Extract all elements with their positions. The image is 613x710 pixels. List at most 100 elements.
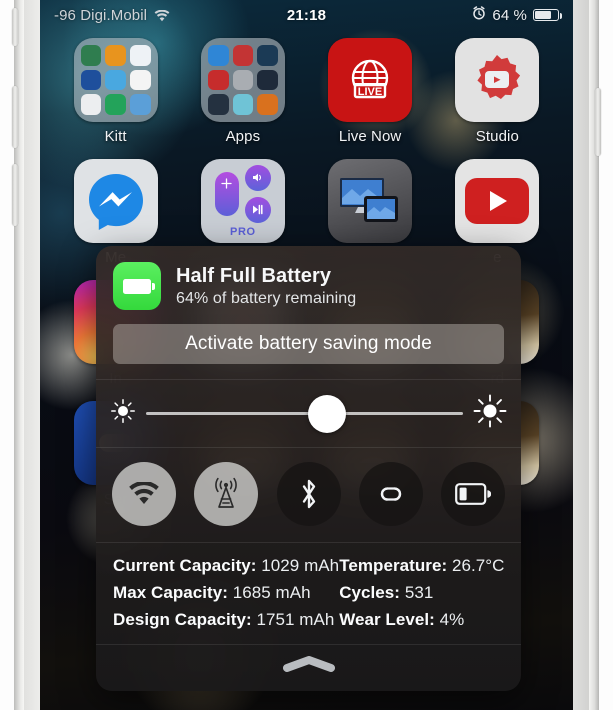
volume-pill <box>214 171 239 216</box>
battery-percent-label: 64 % <box>492 6 527 24</box>
mini-app-icon <box>129 45 151 66</box>
globe-live-icon: LIVE <box>351 59 389 99</box>
mini-app-icon <box>232 45 254 66</box>
mute-switch[interactable] <box>12 8 18 46</box>
app-icon-studio[interactable] <box>455 38 540 122</box>
mini-app-icon <box>129 94 151 115</box>
screenshot-stage: -96 Digi.Mobil 21:18 64 % Kitt Apps LIVE… <box>0 0 613 710</box>
clock-label: 21:18 <box>286 6 327 24</box>
pro-buttons <box>244 164 271 223</box>
battery-fill <box>535 11 551 19</box>
pro-badge: PRO <box>230 225 256 238</box>
carrier-label: -96 Digi.Mobil <box>54 6 148 24</box>
folder-mini-grid <box>207 45 278 115</box>
stat-value: 531 <box>404 583 434 602</box>
app-label: Apps <box>225 128 261 145</box>
status-bar-left: -96 Digi.Mobil <box>54 7 287 24</box>
stat-temperature: Temperature: 26.7°C <box>339 556 504 576</box>
messenger-icon <box>88 174 143 230</box>
stat-value: 1751 mAh <box>256 610 335 629</box>
cellular-toggle[interactable] <box>194 462 259 526</box>
mini-app-icon <box>105 45 126 66</box>
stat-label: Current Capacity: <box>113 556 257 575</box>
low-battery-icon <box>455 483 491 505</box>
battery-glyph-icon <box>123 278 155 294</box>
mini-app-icon <box>207 69 229 91</box>
mini-app-icon <box>232 94 254 115</box>
mini-app-icon <box>232 69 254 91</box>
gear-play-icon <box>477 55 521 99</box>
wifi-toggle[interactable] <box>112 462 176 526</box>
power-button[interactable] <box>595 88 601 156</box>
battery-widget-title: Half Full Battery <box>176 264 332 287</box>
bluetooth-toggle[interactable] <box>276 462 341 526</box>
battery-widget: Half Full Battery 64% of battery remaini… <box>96 246 521 379</box>
app-icon-live-now[interactable]: LIVE <box>328 38 413 122</box>
mini-app-icon <box>80 69 102 91</box>
stat-label: Cycles: <box>339 583 401 602</box>
battery-icon <box>533 9 563 21</box>
lowpower-toggle[interactable] <box>441 462 505 526</box>
stat-value: 26.7°C <box>451 556 505 575</box>
mini-app-icon <box>80 45 102 66</box>
app-icon-pro[interactable]: PRO <box>200 159 285 243</box>
brightness-slider-knob[interactable] <box>307 394 346 433</box>
battery-widget-text: Half Full Battery 64% of battery remaini… <box>176 265 356 308</box>
brightness-slider-track[interactable] <box>146 394 463 433</box>
alarm-clock-icon <box>472 6 486 24</box>
stat-value: 4% <box>439 610 465 629</box>
folder-icon-kitt[interactable] <box>73 38 158 122</box>
plus-icon <box>221 177 233 189</box>
wifi-icon <box>129 482 159 504</box>
stat-label: Temperature: <box>339 556 448 575</box>
battery-widget-icon <box>113 262 161 310</box>
stat-label: Wear Level: <box>339 610 435 629</box>
brightness-slider-section <box>96 379 521 447</box>
status-bar: -96 Digi.Mobil 21:18 64 % <box>40 0 573 30</box>
stat-design-capacity: Design Capacity: 1751 mAh <box>113 610 339 630</box>
stat-current-capacity: Current Capacity: 1029 mAh <box>113 556 339 576</box>
battery-widget-header: Half Full Battery 64% of battery remaini… <box>113 262 504 310</box>
stat-wear-level: Wear Level: 4% <box>339 610 504 630</box>
airdrop-toggle[interactable] <box>358 462 423 526</box>
app-label: Studio <box>475 128 519 145</box>
brightness-high-icon <box>473 394 507 433</box>
speaker-icon <box>244 164 271 191</box>
status-bar-right: 64 % <box>326 6 563 24</box>
play-pause-icon <box>244 196 271 223</box>
app-cell-live-now[interactable]: LIVE Live Now <box>307 38 434 145</box>
mini-app-icon <box>105 94 126 115</box>
app-icon-messenger[interactable] <box>73 159 158 243</box>
control-center-panel: Half Full Battery 64% of battery remaini… <box>96 246 521 691</box>
chevron-up-grabber-icon[interactable] <box>282 656 335 677</box>
app-cell-kitt[interactable]: Kitt <box>52 38 179 145</box>
airdrop-icon <box>380 487 401 501</box>
antenna-icon <box>215 477 238 508</box>
stat-max-capacity: Max Capacity: 1685 mAh <box>113 583 339 603</box>
mini-app-icon <box>257 94 278 115</box>
app-cell-studio[interactable]: Studio <box>434 38 561 145</box>
bluetooth-icon <box>302 479 315 509</box>
app-icon-youtube[interactable] <box>455 159 540 243</box>
mini-app-icon <box>257 45 278 66</box>
panel-grabber-area[interactable] <box>96 644 521 688</box>
activate-battery-saving-mode-button[interactable]: Activate battery saving mode <box>113 324 504 364</box>
app-label: Kitt <box>104 128 127 145</box>
screen-mirroring-icon <box>340 178 399 222</box>
volume-up-button[interactable] <box>12 86 18 148</box>
stat-cycles: Cycles: 531 <box>339 583 504 603</box>
volume-down-button[interactable] <box>12 164 18 226</box>
folder-mini-grid <box>80 45 151 115</box>
wifi-icon <box>154 9 170 22</box>
stat-label: Max Capacity: <box>113 583 228 602</box>
mini-app-icon <box>207 94 229 115</box>
stat-value: 1029 mAh <box>261 556 340 575</box>
phone-screen: -96 Digi.Mobil 21:18 64 % Kitt Apps LIVE… <box>40 0 573 710</box>
battery-stats: Current Capacity: 1029 mAh Temperature: … <box>96 542 521 644</box>
app-icon-screen-mirror[interactable] <box>328 159 413 243</box>
mini-app-icon <box>105 69 126 91</box>
app-cell-apps[interactable]: Apps <box>179 38 306 145</box>
brightness-low-icon <box>110 398 136 429</box>
folder-icon-apps[interactable] <box>200 38 285 122</box>
toggles-row <box>96 447 521 542</box>
